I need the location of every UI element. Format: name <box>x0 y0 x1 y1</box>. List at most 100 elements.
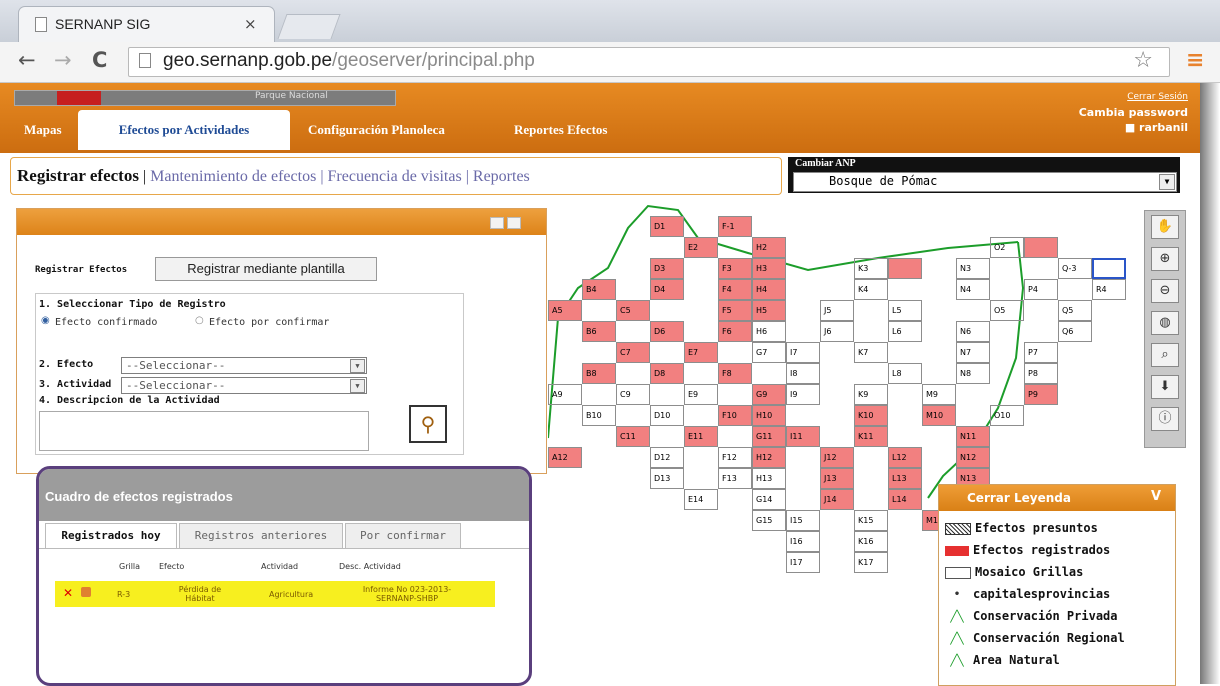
tab-mapas[interactable]: Mapas <box>24 110 62 150</box>
grid-cell[interactable]: I16 <box>786 531 820 552</box>
grid-cell[interactable]: E7 <box>684 342 718 363</box>
url-input[interactable]: geo.sernanp.gob.pe/geoserver/principal.p… <box>128 47 1170 77</box>
legend-toggle-icon[interactable]: V <box>1151 489 1161 504</box>
grid-cell[interactable]: L5 <box>888 300 922 321</box>
grid-cell[interactable]: H10 <box>752 405 786 426</box>
grid-cell[interactable] <box>1024 237 1058 258</box>
grid-cell[interactable]: I11 <box>786 426 820 447</box>
grid-cell[interactable]: L13 <box>888 468 922 489</box>
register-tool-icon[interactable]: ⚲ <box>409 405 447 443</box>
grid-cell[interactable]: Q5 <box>1058 300 1092 321</box>
grid-cell[interactable]: D3 <box>650 258 684 279</box>
grid-cell[interactable]: J6 <box>820 321 854 342</box>
grid-cell[interactable]: P4 <box>1024 279 1058 300</box>
grid-cell[interactable]: D4 <box>650 279 684 300</box>
grid-cell[interactable]: F4 <box>718 279 752 300</box>
grid-cell[interactable]: D10 <box>650 405 684 426</box>
grid-cell[interactable] <box>1092 258 1126 279</box>
grid-cell[interactable]: D1 <box>650 216 684 237</box>
grid-cell[interactable]: C5 <box>616 300 650 321</box>
grid-cell[interactable]: N3 <box>956 258 990 279</box>
grid-cell[interactable]: G15 <box>752 510 786 531</box>
grid-cell[interactable]: L8 <box>888 363 922 384</box>
grid-cell[interactable]: K17 <box>854 552 888 573</box>
grid-cell[interactable]: I15 <box>786 510 820 531</box>
grid-cell[interactable]: H4 <box>752 279 786 300</box>
grid-cell[interactable]: K4 <box>854 279 888 300</box>
legend-header[interactable]: Cerrar Leyenda V <box>939 485 1175 511</box>
grid-cell[interactable]: G7 <box>752 342 786 363</box>
browser-tab[interactable]: SERNANP SIG × <box>18 6 275 43</box>
grid-cell[interactable]: N4 <box>956 279 990 300</box>
grid-cell[interactable]: O2 <box>990 237 1024 258</box>
grid-cell[interactable]: F6 <box>718 321 752 342</box>
grid-cell[interactable]: N7 <box>956 342 990 363</box>
grid-cell[interactable]: J12 <box>820 447 854 468</box>
grid-cell[interactable]: B10 <box>582 405 616 426</box>
grid-cell[interactable]: G11 <box>752 426 786 447</box>
grid-cell[interactable]: B6 <box>582 321 616 342</box>
grid-cell[interactable]: J14 <box>820 489 854 510</box>
grid-cell[interactable]: H3 <box>752 258 786 279</box>
grid-cell[interactable]: L6 <box>888 321 922 342</box>
subnav-frecuencia[interactable]: Frecuencia de visitas <box>328 168 462 185</box>
grid-cell[interactable]: J13 <box>820 468 854 489</box>
anp-select[interactable]: Bosque de Pómac ▼ <box>793 172 1177 192</box>
grid-cell[interactable]: C11 <box>616 426 650 447</box>
grid-cell[interactable]: L12 <box>888 447 922 468</box>
grid-cell[interactable]: M10 <box>922 405 956 426</box>
tab-reportes-efectos[interactable]: Reportes Efectos <box>514 110 608 150</box>
grid-cell[interactable]: N12 <box>956 447 990 468</box>
grid-cell[interactable]: J5 <box>820 300 854 321</box>
grid-cell[interactable]: E2 <box>684 237 718 258</box>
grid-cell[interactable]: F-1 <box>718 216 752 237</box>
grid-cell[interactable]: Q-3 <box>1058 258 1092 279</box>
change-password-link[interactable]: Cambia password <box>1079 105 1188 120</box>
grid-cell[interactable]: F12 <box>718 447 752 468</box>
grid-cell[interactable]: K3 <box>854 258 888 279</box>
grid-cell[interactable]: P7 <box>1024 342 1058 363</box>
edit-icon[interactable] <box>81 587 91 597</box>
subnav-mantenimiento[interactable]: Mantenimiento de efectos <box>150 168 316 185</box>
back-icon[interactable]: ← <box>18 48 36 72</box>
grid-cell[interactable]: N11 <box>956 426 990 447</box>
hand-icon[interactable]: ✋ <box>1151 215 1179 239</box>
forward-icon[interactable]: → <box>54 48 72 72</box>
grid-cell[interactable]: B4 <box>582 279 616 300</box>
close-tab-icon[interactable]: × <box>244 15 257 33</box>
grid-cell[interactable]: I17 <box>786 552 820 573</box>
grid-cell[interactable]: D8 <box>650 363 684 384</box>
grid-cell[interactable]: F5 <box>718 300 752 321</box>
grid-cell[interactable]: F10 <box>718 405 752 426</box>
grid-cell[interactable]: E14 <box>684 489 718 510</box>
grid-cell[interactable]: P9 <box>1024 384 1058 405</box>
grid-cell[interactable]: D13 <box>650 468 684 489</box>
grid-cell[interactable]: F8 <box>718 363 752 384</box>
grid-cell[interactable]: I7 <box>786 342 820 363</box>
grid-cell[interactable]: L14 <box>888 489 922 510</box>
grid-cell[interactable]: O10 <box>990 405 1024 426</box>
tab-registros-anteriores[interactable]: Registros anteriores <box>179 523 343 548</box>
zoom-out-icon[interactable]: ⊖ <box>1151 279 1179 303</box>
grid-cell[interactable] <box>888 258 922 279</box>
description-textarea[interactable] <box>39 411 369 451</box>
grid-cell[interactable]: C7 <box>616 342 650 363</box>
bookmark-star-icon[interactable]: ☆ <box>1133 48 1153 73</box>
subnav-registrar-efectos[interactable]: Registrar efectos <box>17 166 139 185</box>
grid-cell[interactable]: K11 <box>854 426 888 447</box>
delete-icon[interactable]: ✕ <box>63 587 73 599</box>
radio-por-confirmar[interactable]: ○ <box>195 315 204 326</box>
info-icon[interactable]: ⓘ <box>1151 407 1179 431</box>
grid-cell[interactable]: B8 <box>582 363 616 384</box>
grid-cell[interactable]: A5 <box>548 300 582 321</box>
minimize-icon[interactable] <box>490 217 504 229</box>
grid-cell[interactable]: R4 <box>1092 279 1126 300</box>
grid-cell[interactable]: H2 <box>752 237 786 258</box>
new-tab-button[interactable] <box>277 14 341 39</box>
subnav-reportes[interactable]: Reportes <box>473 168 530 185</box>
grid-cell[interactable]: Q6 <box>1058 321 1092 342</box>
grid-cell[interactable]: N6 <box>956 321 990 342</box>
grid-cell[interactable]: D12 <box>650 447 684 468</box>
grid-cell[interactable]: K16 <box>854 531 888 552</box>
download-icon[interactable]: ⬇ <box>1151 375 1179 399</box>
